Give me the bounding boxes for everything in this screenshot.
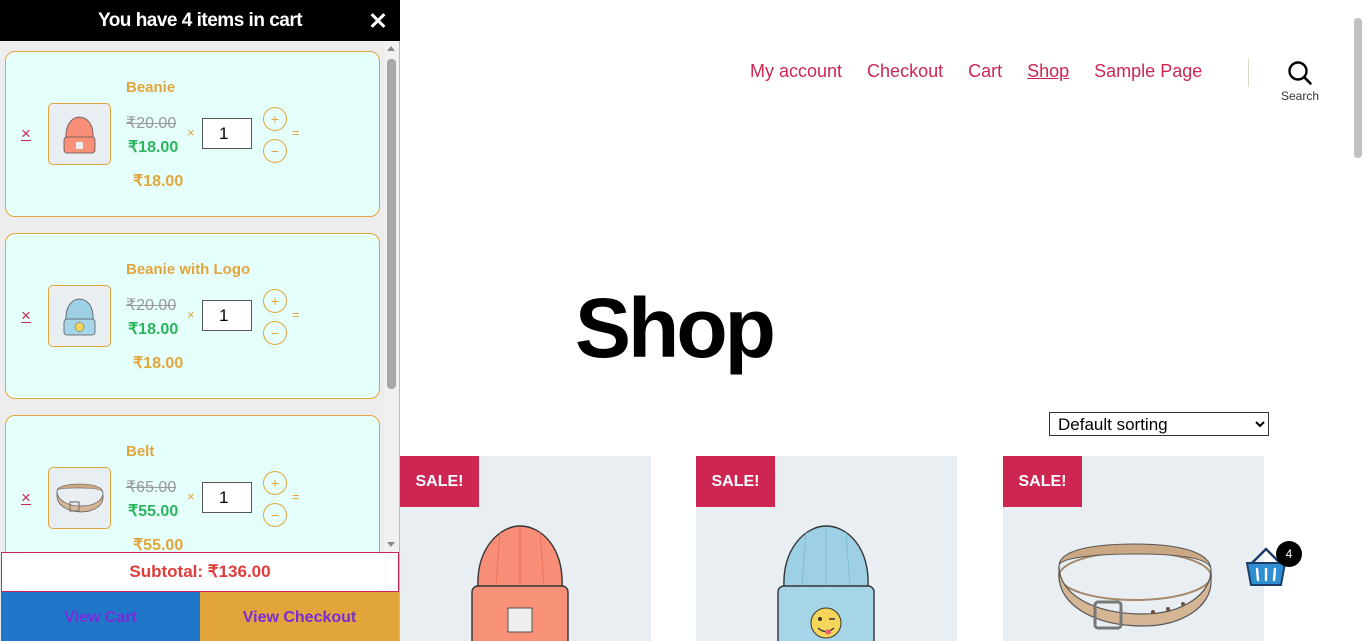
quantity-increase-button[interactable]: + [263, 107, 287, 131]
multiply-sign: × [187, 125, 195, 140]
quantity-decrease-button[interactable]: − [263, 503, 287, 527]
side-cart-scrollbar[interactable] [384, 41, 399, 552]
scroll-up-arrow-icon[interactable] [387, 46, 395, 51]
product-card-beanie[interactable]: SALE! [390, 456, 651, 641]
close-icon[interactable] [369, 12, 387, 30]
quantity-increase-button[interactable]: + [263, 289, 287, 313]
side-cart-scrollbar-thumb[interactable] [387, 59, 396, 389]
beanie-with-logo-icon [63, 298, 96, 336]
nav-cart[interactable]: Cart [968, 61, 1002, 82]
nav-shop[interactable]: Shop [1027, 61, 1069, 82]
scroll-down-arrow-icon[interactable] [387, 542, 395, 547]
belt-icon [1058, 543, 1212, 630]
cart-item-regular-price: ₹65.00 [126, 479, 177, 496]
quantity-input[interactable] [202, 118, 252, 149]
cart-item-name[interactable]: Belt [126, 443, 154, 460]
cart-item-thumbnail [48, 285, 111, 347]
cart-item-line-total: ₹18.00 [133, 355, 184, 372]
cart-item-name[interactable]: Beanie [126, 79, 175, 96]
equals-sign: = [292, 489, 300, 504]
cart-item-sale-price: ₹55.00 [128, 503, 179, 520]
sorting-select[interactable]: Default sorting [1049, 412, 1269, 436]
floating-cart-button[interactable]: 4 [1244, 541, 1304, 591]
cart-count-badge: 4 [1276, 541, 1302, 567]
quantity-input[interactable] [202, 300, 252, 331]
sale-badge: SALE! [400, 456, 479, 507]
search-icon [1288, 61, 1312, 85]
cart-item-line-total: ₹55.00 [133, 537, 184, 552]
side-cart-items: × Beanie ₹20.00 ₹18.00 × + − = ₹18.00 × [0, 41, 400, 552]
belt-icon [56, 483, 104, 513]
remove-item-button[interactable]: × [21, 488, 31, 508]
multiply-sign: × [187, 307, 195, 322]
nav-divider [1248, 59, 1249, 87]
multiply-sign: × [187, 489, 195, 504]
quantity-input[interactable] [202, 482, 252, 513]
sale-badge: SALE! [1003, 456, 1082, 507]
quantity-increase-button[interactable]: + [263, 471, 287, 495]
page-scrollbar-thumb[interactable] [1354, 18, 1362, 158]
search-label: Search [1280, 89, 1320, 103]
side-cart-panel: You have 4 items in cart × Beanie ₹20.00… [0, 0, 400, 641]
beanie-icon [63, 116, 96, 154]
nav-sample-page[interactable]: Sample Page [1094, 61, 1202, 82]
equals-sign: = [292, 307, 300, 322]
cart-item-sale-price: ₹18.00 [128, 139, 179, 156]
cart-item-thumbnail [48, 467, 111, 529]
nav-my-account[interactable]: My account [750, 61, 842, 82]
sale-badge: SALE! [696, 456, 775, 507]
cart-item-line-total: ₹18.00 [133, 173, 184, 190]
nav-checkout[interactable]: Checkout [867, 61, 943, 82]
product-card-beanie-with-logo[interactable]: SALE! [696, 456, 957, 641]
cart-item-thumbnail [48, 103, 111, 165]
cart-item-name[interactable]: Beanie with Logo [126, 261, 250, 278]
cart-subtotal: Subtotal: ₹136.00 [1, 552, 399, 592]
view-cart-button[interactable]: View Cart [1, 592, 200, 641]
side-cart-header: You have 4 items in cart [0, 0, 400, 41]
search-button[interactable]: Search [1272, 60, 1328, 103]
cart-item: × Belt ₹65.00 ₹55.00 × + − = ₹55.00 [5, 415, 380, 552]
side-cart-title: You have 4 items in cart [97, 9, 303, 31]
cart-item: × Beanie ₹20.00 ₹18.00 × + − = ₹18.00 [5, 51, 380, 217]
cart-item-sale-price: ₹18.00 [128, 321, 179, 338]
product-card-belt[interactable]: SALE! [1003, 456, 1264, 641]
cart-item: × Beanie with Logo ₹20.00 ₹18.00 × + − =… [5, 233, 380, 399]
quantity-decrease-button[interactable]: − [263, 139, 287, 163]
remove-item-button[interactable]: × [21, 306, 31, 326]
remove-item-button[interactable]: × [21, 124, 31, 144]
equals-sign: = [292, 125, 300, 140]
page-title: Shop [575, 281, 776, 375]
beanie-with-logo-icon [777, 525, 875, 641]
cart-item-regular-price: ₹20.00 [126, 297, 177, 314]
cart-item-regular-price: ₹20.00 [126, 115, 177, 132]
view-checkout-button[interactable]: View Checkout [200, 592, 399, 641]
beanie-icon [471, 525, 569, 641]
page-scrollbar[interactable] [1350, 0, 1366, 641]
primary-nav: My account Checkout Cart Shop Sample Pag… [750, 61, 1202, 82]
quantity-decrease-button[interactable]: − [263, 321, 287, 345]
